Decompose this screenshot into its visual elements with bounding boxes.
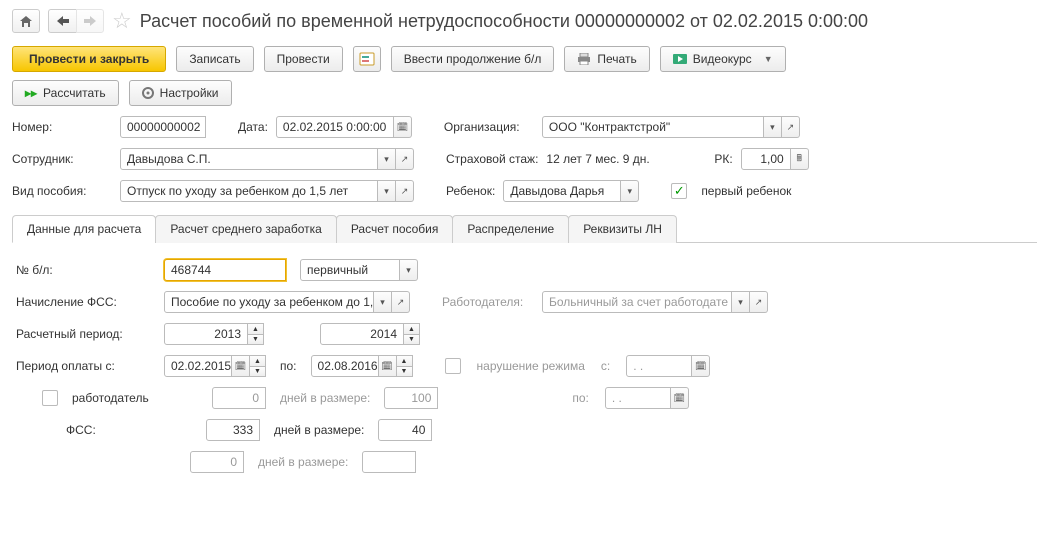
dropdown-icon[interactable]: ▾ [378, 148, 396, 170]
date-label: Дата: [238, 120, 268, 134]
fss-charge-label: Начисление ФСС: [16, 295, 156, 309]
open-icon[interactable]: ↗ [396, 180, 414, 202]
rk-field[interactable]: 1,00 🖩 [741, 148, 809, 170]
first-child-label: первый ребенок [701, 184, 791, 198]
days-label: дней в размере: [274, 423, 364, 437]
spin-up-icon[interactable]: ▲ [404, 323, 420, 334]
settings-button[interactable]: Настройки [129, 80, 232, 106]
violation-from-field: . . 🗓 [626, 355, 710, 377]
open-icon[interactable]: ↗ [782, 116, 800, 138]
days-label: дней в размере: [280, 391, 370, 405]
page-title: Расчет пособий по временной нетрудоспосо… [140, 11, 868, 32]
dropdown-icon[interactable]: ▾ [621, 180, 639, 202]
calendar-icon: 🗓 [671, 387, 689, 409]
tab-avg-earnings[interactable]: Расчет среднего заработка [155, 215, 337, 243]
pay-period-label: Период оплаты с: [16, 359, 156, 373]
bl-type-field[interactable]: первичный ▾ [300, 259, 418, 281]
employer-pct-field: 100 [384, 387, 438, 409]
benefit-field[interactable]: Отпуск по уходу за ребенком до 1,5 лет ▾… [120, 180, 414, 202]
benefit-label: Вид пособия: [12, 184, 112, 198]
print-button[interactable]: Печать [564, 46, 649, 72]
number-field[interactable]: 00000000002 [120, 116, 206, 138]
forward-button[interactable] [76, 9, 104, 33]
days-label: дней в размере: [258, 455, 348, 469]
org-label: Организация: [444, 120, 534, 134]
home-button[interactable] [12, 9, 40, 33]
employee-field[interactable]: Давыдова С.П. ▾ ↗ [120, 148, 414, 170]
calc-icon[interactable]: 🖩 [791, 148, 809, 170]
violation-from-label: с: [601, 359, 610, 373]
dropdown-icon[interactable]: ▾ [378, 180, 396, 202]
employer-charge-label: Работодателя: [442, 295, 534, 309]
rk-label: РК: [714, 152, 732, 166]
org-field[interactable]: ООО "Контрактстрой" ▾ ↗ [542, 116, 800, 138]
violation-to-label: по: [572, 391, 589, 405]
tab-ln-details[interactable]: Реквизиты ЛН [568, 215, 677, 243]
spin-down-icon[interactable]: ▼ [248, 334, 264, 345]
employer-days-field: 0 [212, 387, 266, 409]
open-icon: ↗ [750, 291, 768, 313]
video-icon [673, 54, 687, 64]
spin-up-icon[interactable]: ▲ [397, 355, 413, 366]
pay-to-field[interactable]: 02.08.2016 🗓 ▲▼ [311, 355, 413, 377]
fss-charge-field[interactable]: Пособие по уходу за ребенком до 1,5 ▾ ↗ [164, 291, 410, 313]
open-icon[interactable]: ↗ [396, 148, 414, 170]
tab-calc-data[interactable]: Данные для расчета [12, 215, 156, 243]
period-from-field[interactable]: 2013 ▲▼ [164, 323, 264, 345]
row3-pct-field [362, 451, 416, 473]
calendar-icon[interactable]: 🗓 [379, 355, 397, 377]
bl-label: № б/л: [16, 263, 156, 277]
save-button[interactable]: Записать [176, 46, 253, 72]
violation-label: нарушение режима [477, 359, 585, 373]
dropdown-icon[interactable]: ▾ [764, 116, 782, 138]
pay-from-field[interactable]: 02.02.2015 🗓 ▲▼ [164, 355, 266, 377]
back-button[interactable] [48, 9, 76, 33]
employer-checkbox[interactable] [42, 390, 58, 406]
calculate-button[interactable]: ▸▸ Рассчитать [12, 80, 119, 106]
employer-row-label: работодатель [72, 391, 172, 405]
movements-button[interactable] [353, 46, 381, 72]
calendar-icon[interactable]: 🗓 [232, 355, 250, 377]
fss-pct-field[interactable]: 40 [378, 419, 432, 441]
employer-charge-field: Больничный за счет работодате ▾ ↗ [542, 291, 768, 313]
stazh-value: 12 лет 7 мес. 9 дн. [546, 152, 706, 166]
violation-to-field: . . 🗓 [605, 387, 689, 409]
date-field[interactable]: 02.02.2015 0:00:00 🗓 [276, 116, 412, 138]
dropdown-icon[interactable]: ▾ [374, 291, 392, 313]
gear-icon [142, 87, 154, 99]
calendar-icon[interactable]: 🗓 [394, 116, 412, 138]
submit-button[interactable]: Провести [264, 46, 343, 72]
row3-days-field: 0 [190, 451, 244, 473]
period-label: Расчетный период: [16, 327, 156, 341]
violation-checkbox [445, 358, 461, 374]
child-field[interactable]: Давыдова Дарья ▾ [503, 180, 639, 202]
bl-number-field[interactable]: 468744 [164, 259, 286, 281]
spin-up-icon[interactable]: ▲ [248, 323, 264, 334]
calendar-icon: 🗓 [692, 355, 710, 377]
pay-to-label: по: [280, 359, 297, 373]
dropdown-icon[interactable]: ▾ [400, 259, 418, 281]
printer-icon [577, 53, 591, 65]
fss-days-field[interactable]: 333 [206, 419, 260, 441]
video-button[interactable]: Видеокурс▼ [660, 46, 786, 72]
tab-distribution[interactable]: Распределение [452, 215, 569, 243]
dropdown-icon: ▾ [732, 291, 750, 313]
play-icon: ▸▸ [25, 86, 37, 100]
favorite-icon[interactable]: ☆ [112, 8, 132, 34]
spin-down-icon[interactable]: ▼ [250, 366, 266, 377]
spin-down-icon[interactable]: ▼ [404, 334, 420, 345]
open-icon[interactable]: ↗ [392, 291, 410, 313]
number-label: Номер: [12, 120, 112, 134]
spin-down-icon[interactable]: ▼ [397, 366, 413, 377]
stazh-label: Страховой стаж: [446, 152, 538, 166]
first-child-checkbox[interactable]: ✓ [671, 183, 687, 199]
employee-label: Сотрудник: [12, 152, 112, 166]
fss-row-label: ФСС: [66, 423, 166, 437]
child-label: Ребенок: [446, 184, 495, 198]
continue-button[interactable]: Ввести продолжение б/л [391, 46, 555, 72]
period-to-field[interactable]: 2014 ▲▼ [320, 323, 420, 345]
spin-up-icon[interactable]: ▲ [250, 355, 266, 366]
submit-close-button[interactable]: Провести и закрыть [12, 46, 166, 72]
tab-benefit-calc[interactable]: Расчет пособия [336, 215, 454, 243]
